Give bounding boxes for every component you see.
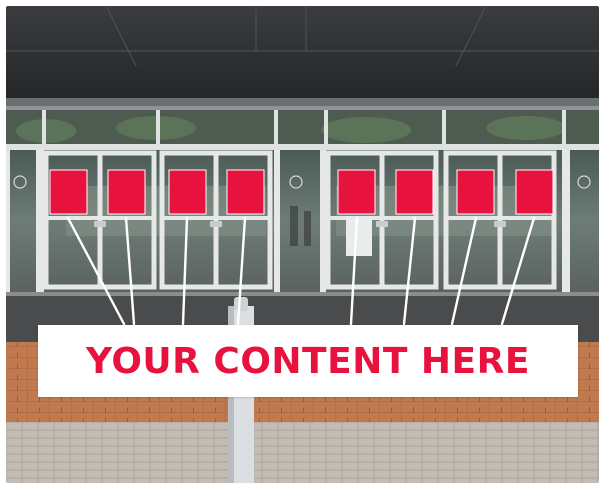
ad-placeholder-8 — [515, 169, 554, 215]
ad-placeholder-5 — [337, 169, 376, 215]
ad-placeholder-4 — [226, 169, 265, 215]
canopy — [6, 6, 599, 102]
ad-placeholder-2 — [107, 169, 146, 215]
ad-placeholder-1 — [49, 169, 88, 215]
storefront-photo — [6, 6, 599, 483]
content-banner: YOUR CONTENT HERE — [38, 325, 578, 397]
photo-frame: YOUR CONTENT HERE — [6, 6, 599, 483]
gray-pavement — [6, 422, 599, 483]
banner-text: YOUR CONTENT HERE — [86, 340, 530, 382]
ad-placeholder-3 — [168, 169, 207, 215]
ad-placeholder-6 — [395, 169, 434, 215]
ad-placeholder-7 — [456, 169, 495, 215]
